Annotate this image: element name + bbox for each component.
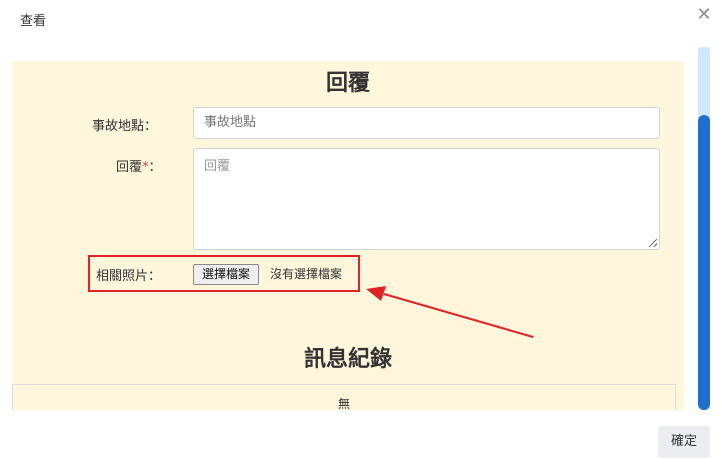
- message-log-empty: 無: [337, 397, 350, 410]
- dialog-title: 查看: [20, 14, 47, 29]
- close-icon[interactable]: ✕: [694, 4, 714, 25]
- resize-grip-icon[interactable]: [649, 239, 657, 247]
- reply-heading: 回覆: [325, 71, 370, 96]
- reply-placeholder: 回覆: [204, 159, 231, 174]
- reply-label-suffix: ：: [148, 160, 162, 175]
- message-log-table: 無: [12, 384, 676, 410]
- reply-textarea[interactable]: 回覆: [193, 148, 660, 250]
- file-status: 沒有選擇檔案: [270, 267, 343, 281]
- reply-label: 回覆*：: [116, 156, 162, 175]
- confirm-button[interactable]: 確定: [658, 426, 710, 458]
- location-input[interactable]: [193, 107, 660, 139]
- dialog-body[interactable]: 回覆 事故地點： 回覆*： 回覆 相關照片： 選擇檔案 沒有選擇檔案 訊息紀錄 …: [12, 61, 684, 410]
- message-log-heading: 訊息紀錄: [303, 347, 392, 372]
- photo-upload-highlight: 相關照片： 選擇檔案 沒有選擇檔案: [88, 255, 360, 292]
- location-label: 事故地點：: [92, 119, 158, 134]
- reply-label-text: 回覆: [116, 160, 143, 175]
- photos-label: 相關照片：: [96, 269, 162, 284]
- choose-file-button[interactable]: 選擇檔案: [193, 264, 260, 285]
- scrollbar-thumb[interactable]: [698, 115, 710, 410]
